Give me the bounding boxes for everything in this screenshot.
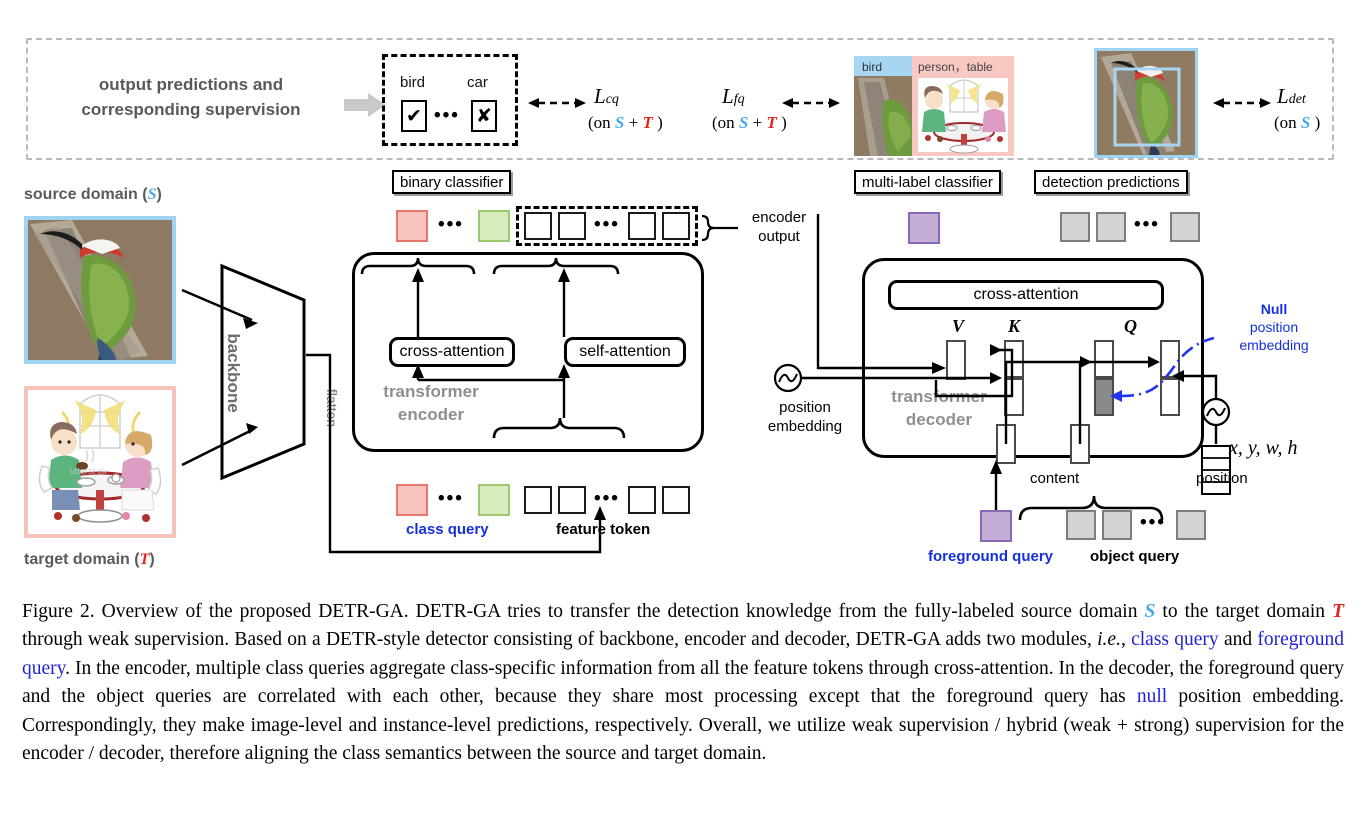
feature-token-label: feature token	[556, 521, 651, 538]
object-query-token-input-3	[1176, 510, 1206, 540]
detection-predictions-image	[1094, 48, 1198, 158]
multilabel-tag-text: person，table	[918, 60, 993, 74]
feature-token-output-1	[524, 212, 552, 240]
caption-part-1: Figure 2. Overview of the proposed DETR-…	[22, 601, 1145, 622]
loss-det-symbol: Ldet	[1277, 84, 1306, 109]
loss-det-subscript: det	[1288, 92, 1306, 107]
loss-det-L: L	[1277, 84, 1289, 108]
loss-fq-L: L	[722, 84, 734, 108]
source-symbol: S	[1300, 113, 1311, 132]
class-query-token-output-red	[396, 210, 428, 242]
object-query-label: object query	[1090, 548, 1180, 565]
feature-token-input-4	[662, 486, 690, 514]
feature-token-input-3	[628, 486, 656, 514]
on-prefix: (on	[1274, 113, 1301, 132]
loss-fq-double-arrow-icon	[782, 95, 840, 111]
object-query-token-input-2	[1102, 510, 1132, 540]
content-label: content	[1030, 470, 1080, 487]
caption-link-class-query: class query	[1131, 629, 1219, 651]
caption-part-3: through weak supervision. Based on a DET…	[22, 629, 1098, 651]
class-query-label: class query	[406, 521, 489, 538]
foreground-query-label: foreground query	[928, 548, 1054, 565]
position-embedding-line2: embedding	[767, 418, 843, 435]
decoder-internal-wiring	[740, 200, 1364, 580]
feature-token-output-4	[662, 212, 690, 240]
figure-caption: Figure 2. Overview of the proposed DETR-…	[22, 598, 1344, 768]
xywh-label: x, y, w, h	[1229, 437, 1298, 459]
null-line3: embedding	[1239, 337, 1309, 353]
feature-token-output-3	[628, 212, 656, 240]
caption-ie: i.e.	[1097, 629, 1121, 651]
class-query-input-ellipsis: •••	[438, 488, 464, 509]
foreground-query-token-input	[980, 510, 1012, 542]
class-query-token-input-green	[478, 484, 510, 516]
object-query-token-input-1	[1066, 510, 1096, 540]
position-embedding-line1: position	[779, 399, 831, 416]
loss-fq-domain-note: (on S + T )	[712, 113, 787, 133]
caption-part-4: ,	[1120, 629, 1132, 651]
bird-tag-text: bird	[862, 60, 882, 74]
feature-token-output-2	[558, 212, 586, 240]
null-label: Null	[1260, 301, 1288, 317]
position-embedding-label-left: position embedding	[762, 398, 848, 436]
caption-part-2: to the target domain	[1155, 601, 1333, 622]
detection-predictions-plate: detection predictions	[1034, 170, 1188, 194]
loss-det-double-arrow-icon	[1213, 95, 1271, 111]
class-query-output-ellipsis: •••	[438, 214, 464, 235]
multi-label-classifier-plate: multi-label classifier	[854, 170, 1001, 194]
position-label: position	[1196, 470, 1248, 487]
on-suffix: )	[776, 113, 787, 132]
target-symbol: T	[766, 113, 777, 132]
loss-det-domain-note: (on S )	[1274, 113, 1320, 133]
encoder-output-leader-icon	[700, 212, 740, 242]
loss-fq-symbol: Lfq	[722, 84, 745, 109]
feature-token-input-1	[524, 486, 552, 514]
caption-target-symbol: T	[1332, 601, 1344, 622]
caption-link-null: null	[1136, 686, 1168, 708]
class-query-token-output-green	[478, 210, 510, 242]
on-suffix: )	[1310, 113, 1321, 132]
feature-token-input-ellipsis: •••	[594, 488, 620, 509]
feature-token-output-ellipsis: •••	[594, 214, 620, 235]
figure-diagram: output predictions and corresponding sup…	[0, 0, 1364, 580]
caption-part-5: and	[1218, 629, 1258, 651]
object-query-input-ellipsis: •••	[1140, 512, 1166, 533]
encoder-internal-wiring	[352, 252, 704, 452]
plus-sign: +	[748, 113, 767, 132]
feature-token-input-2	[558, 486, 586, 514]
null-position-embedding-annotation: Null position embedding	[1218, 300, 1330, 354]
class-query-token-input-red	[396, 484, 428, 516]
loss-fq-subscript: fq	[733, 92, 745, 107]
caption-source-symbol: S	[1144, 601, 1156, 622]
null-line2: position	[1249, 319, 1299, 335]
multilabel-classifier-image: bird person，table	[854, 56, 1014, 156]
source-symbol: S	[738, 113, 749, 132]
